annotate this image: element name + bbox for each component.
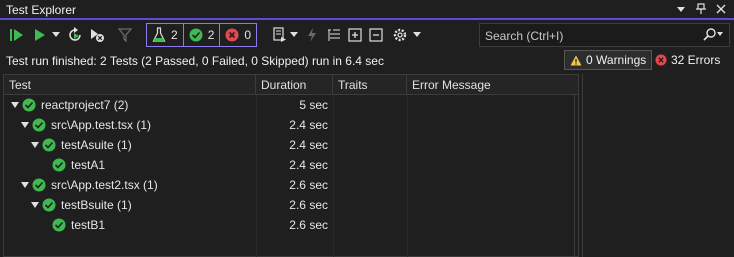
test-duration: 2.4 sec: [289, 138, 328, 152]
passed-icon: [52, 218, 66, 232]
warnings-count: 0 Warnings: [586, 53, 647, 67]
expand-arrow-icon[interactable]: [10, 100, 20, 110]
error-icon: [655, 54, 667, 66]
toolbar: 2 2 0 Search (Ctrl+I): [0, 22, 734, 48]
errors-button[interactable]: 32 Errors: [650, 50, 725, 70]
run-dropdown-chevron-icon[interactable]: [51, 26, 61, 44]
run-all-tests-button[interactable]: [8, 26, 26, 44]
total-tests-count: 2: [171, 28, 178, 42]
test-name: testAsuite (1): [61, 138, 132, 152]
test-duration: 2.6 sec: [289, 218, 328, 232]
playlist-icon[interactable]: [272, 26, 288, 44]
warning-icon: [570, 55, 582, 65]
passed-icon: [22, 98, 36, 112]
search-box[interactable]: Search (Ctrl+I): [479, 23, 730, 47]
cancel-run-icon[interactable]: [88, 26, 106, 44]
passed-icon: [42, 198, 56, 212]
window-position-icon[interactable]: [674, 2, 688, 16]
expand-arrow-icon[interactable]: [30, 140, 40, 150]
settings-gear-icon[interactable]: [392, 26, 408, 44]
test-name: testBsuite (1): [61, 198, 132, 212]
passed-icon: [189, 28, 203, 42]
table-header: Test Duration Traits Error Message: [4, 75, 578, 95]
live-unit-testing-icon[interactable]: [304, 26, 320, 44]
column-header-error-message[interactable]: Error Message: [407, 75, 578, 95]
tree-row[interactable]: testBsuite (1) 2.6 sec: [4, 195, 578, 215]
test-duration: 2.6 sec: [289, 178, 328, 192]
title-bar: Test Explorer: [0, 0, 734, 20]
tree-row[interactable]: reactproject7 (2) 5 sec: [4, 95, 578, 115]
test-name: testA1: [71, 158, 106, 172]
passed-tests-count: 2: [207, 28, 215, 42]
test-duration: 2.4 sec: [289, 158, 328, 172]
test-duration: 2.4 sec: [289, 118, 328, 132]
test-name: src\App.test2.tsx (1): [51, 178, 158, 192]
column-header-duration[interactable]: Duration: [256, 75, 333, 95]
test-duration: 5 sec: [299, 98, 328, 112]
tree-row[interactable]: testAsuite (1) 2.4 sec: [4, 135, 578, 155]
tree-row[interactable]: testB1 2.6 sec: [4, 215, 578, 235]
failed-tests-count: 0: [244, 28, 252, 42]
column-header-test[interactable]: Test: [4, 75, 256, 95]
passed-tests-filter[interactable]: 2: [184, 24, 221, 46]
passed-icon: [32, 118, 46, 132]
tree-row[interactable]: src\App.test2.tsx (1) 2.6 sec: [4, 175, 578, 195]
group-by-icon[interactable]: [326, 26, 342, 44]
run-summary-text: Test run finished: 2 Tests (2 Passed, 0 …: [6, 54, 384, 68]
test-name: src\App.test.tsx (1): [51, 118, 152, 132]
passed-icon: [52, 158, 66, 172]
flask-icon: [152, 27, 166, 42]
test-name: testB1: [71, 218, 106, 232]
expand-arrow-icon[interactable]: [20, 120, 30, 130]
test-detail-pane: [582, 74, 734, 257]
rerun-icon[interactable]: [66, 26, 84, 44]
passed-icon: [32, 178, 46, 192]
settings-dropdown-chevron-icon[interactable]: [412, 26, 422, 44]
tree-row[interactable]: testA1 2.4 sec: [4, 155, 578, 175]
passed-icon: [42, 138, 56, 152]
test-tree-panel: Test Duration Traits Error Message react…: [3, 74, 579, 257]
status-bar: Test run finished: 2 Tests (2 Passed, 0 …: [0, 50, 734, 72]
tree-row[interactable]: src\App.test.tsx (1) 2.4 sec: [4, 115, 578, 135]
filter-icon[interactable]: [116, 26, 134, 44]
total-tests-filter[interactable]: 2: [147, 24, 184, 46]
failed-icon: [225, 28, 239, 42]
window-title: Test Explorer: [6, 3, 77, 17]
pin-icon[interactable]: [694, 2, 708, 16]
search-input[interactable]: Search (Ctrl+I): [485, 29, 563, 43]
test-duration: 2.6 sec: [289, 198, 328, 212]
expand-arrow-icon[interactable]: [30, 200, 40, 210]
failed-tests-filter[interactable]: 0: [220, 24, 256, 46]
outcome-filter-group: 2 2 0: [146, 23, 258, 47]
expand-all-icon[interactable]: [347, 26, 363, 44]
search-icon[interactable]: [702, 28, 724, 45]
column-header-traits[interactable]: Traits: [333, 75, 407, 95]
warnings-button[interactable]: 0 Warnings: [564, 50, 653, 70]
test-name: reactproject7 (2): [41, 98, 129, 112]
playlist-dropdown-chevron-icon[interactable]: [289, 26, 299, 44]
expand-arrow-icon[interactable]: [20, 180, 30, 190]
close-icon[interactable]: [714, 2, 728, 16]
collapse-all-icon[interactable]: [368, 26, 384, 44]
errors-count: 32 Errors: [671, 53, 721, 67]
run-button[interactable]: [32, 26, 48, 44]
